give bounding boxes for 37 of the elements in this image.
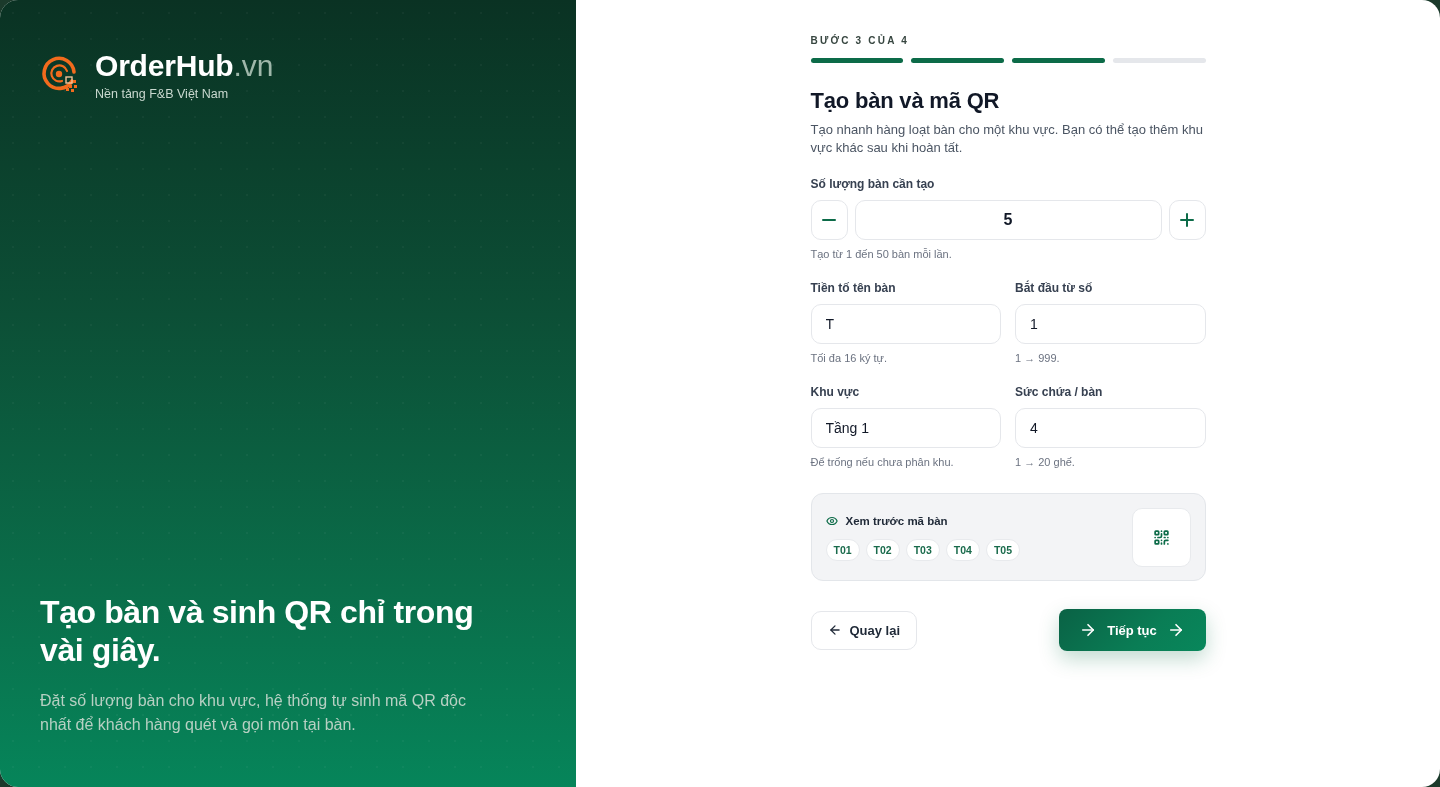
form-title: Tạo bàn và mã QR — [810, 87, 1001, 115]
input-field[interactable]: 1 — [1015, 304, 1206, 344]
field-label: Bắt đầu từ số — [1015, 280, 1094, 296]
table-code-chip: T05 — [985, 539, 1020, 561]
preview-title: Xem trước mã bàn — [845, 514, 948, 529]
hero-headline: Tạo bàn và sinh QR chỉ trong vài giây. — [40, 593, 475, 669]
table-code-chip: T01 — [825, 539, 860, 561]
logo-icon — [40, 54, 80, 94]
plus-icon — [1180, 213, 1194, 227]
field-label: Khu vực — [810, 384, 861, 400]
field-hint: Tạo từ 1 đến 50 bàn mỗi lần. — [810, 247, 953, 261]
form-description: Tạo nhanh hàng loạt bàn cho một khu vực. Bạn có thể tạo thêm khu vực khác sau khi hoàn tất. — [810, 121, 1204, 157]
brand-domain: .vn — [233, 50, 274, 82]
table-code-chip: T02 — [865, 539, 900, 561]
brand-tagline: Nền tảng F&B Việt Nam — [95, 86, 230, 102]
input-field[interactable]: T — [810, 304, 1001, 344]
eye-icon — [825, 515, 838, 527]
input-field[interactable]: 4 — [1015, 408, 1206, 448]
minus-icon — [822, 219, 836, 221]
field-hint: 1 → 999. — [1015, 351, 1061, 365]
field-label: Tiền tố tên bàn — [810, 280, 897, 296]
step-label: BƯỚC 3 CỦA 4 — [810, 34, 910, 48]
brand-name: OrderHub — [95, 50, 234, 82]
field-label: Sức chứa / bàn — [1015, 384, 1104, 400]
qr-code-icon — [1152, 528, 1170, 546]
input-field[interactable]: Tầng 1 — [810, 408, 1001, 448]
field-hint: Tối đa 16 ký tự. — [810, 351, 888, 365]
continue-button[interactable]: Tiếp tục — [1058, 609, 1206, 651]
field-hint: Để trống nếu chưa phân khu. — [810, 455, 955, 469]
table-code-chip: T03 — [905, 539, 940, 561]
field-hint: 1 → 20 ghế. — [1015, 455, 1076, 469]
back-button[interactable]: Quay lại — [810, 610, 918, 650]
table-code-chip: T04 — [945, 539, 980, 561]
hero-text: Đặt số lượng bàn cho khu vực, hệ thống tự sinh mã QR độc nhất để khách hàng quét và gọi món tại bàn. — [40, 691, 467, 735]
increase-button[interactable] — [1168, 200, 1206, 240]
quantity-input[interactable]: 5 — [854, 200, 1162, 240]
field-label: Số lượng bàn cần tạo — [810, 176, 936, 192]
